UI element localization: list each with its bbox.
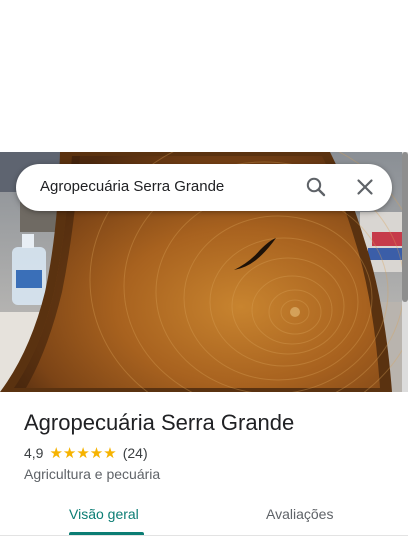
map-blank-area (0, 0, 408, 152)
tab-divider (0, 535, 408, 536)
tab-overview[interactable]: Visão geral (69, 506, 139, 522)
tab-reviews[interactable]: Avaliações (266, 506, 333, 522)
rating-value: 4,9 (24, 445, 44, 461)
place-title: Agropecuária Serra Grande (24, 410, 295, 435)
scrollbar-thumb[interactable] (402, 152, 408, 302)
place-category[interactable]: Agricultura e pecuária (24, 466, 160, 482)
review-count[interactable]: (24) (123, 445, 148, 461)
search-icon[interactable] (302, 173, 330, 201)
star-rating-icon: ★★★★★ (49, 445, 117, 462)
search-bar[interactable]: Agropecuária Serra Grande (16, 164, 392, 211)
search-input[interactable]: Agropecuária Serra Grande (40, 178, 224, 195)
close-icon[interactable] (351, 173, 379, 201)
rating-row[interactable]: 4,9 ★★★★★ (24) (24, 444, 148, 462)
